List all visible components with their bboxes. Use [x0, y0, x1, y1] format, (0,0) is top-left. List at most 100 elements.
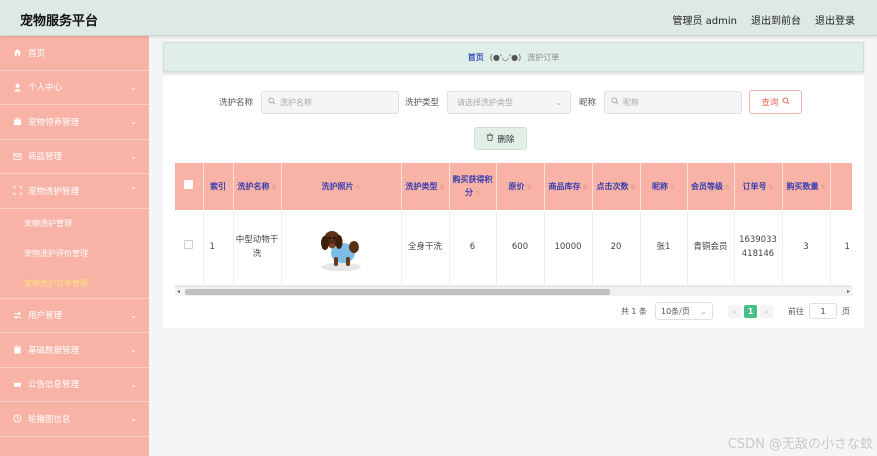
- sidebar-subitem-grooming-review[interactable]: 宠物洗护评价管理: [0, 239, 149, 269]
- sidebar-item-basedata[interactable]: 基础数据管理 ⌄: [0, 333, 149, 368]
- sort-icon[interactable]: ⇅: [526, 181, 531, 194]
- table-header-row: 索引 洗护名称 ⇅ 洗护照片 ⇅ 洗护类型 ⇅ 购买获得积分 ⇅ 原价 ⇅ 商品库存 ⇅ 点…: [175, 163, 852, 210]
- table-row[interactable]: 1 中型动物干洗 全身干洗 6 600 10000 20 张1 青铜会员 163…: [175, 210, 852, 286]
- sidebar-item-adoption[interactable]: 宠物领养管理 ⌄: [0, 105, 149, 140]
- sort-icon[interactable]: ⇅: [820, 181, 825, 194]
- sidebar-subitem-grooming-manage[interactable]: 宠物洗护管理: [0, 209, 149, 239]
- sidebar-item-home[interactable]: 首页: [0, 36, 149, 71]
- trash-icon: [486, 133, 494, 144]
- horizontal-scrollbar[interactable]: ◂ ▸: [175, 286, 852, 296]
- cell-points: 6: [449, 210, 497, 286]
- sidebar-subitem-grooming-order[interactable]: 宠物洗护订单管理: [0, 269, 149, 299]
- sort-icon[interactable]: ⇅: [725, 181, 730, 194]
- briefcase-icon: [12, 117, 22, 127]
- orders-table: 索引 洗护名称 ⇅ 洗护照片 ⇅ 洗护类型 ⇅ 购买获得积分 ⇅ 原价 ⇅ 商品库存 ⇅ 点…: [175, 163, 852, 296]
- search-icon: [782, 96, 790, 108]
- chevron-down-icon: ⌄: [130, 379, 137, 389]
- nick-search-input[interactable]: 昵称: [604, 90, 743, 114]
- sidebar-item-users[interactable]: 用户管理 ⌄: [0, 299, 149, 333]
- sort-icon[interactable]: ⇅: [582, 181, 587, 194]
- front-link[interactable]: 退出到前台: [751, 12, 801, 27]
- col-order[interactable]: 订单号 ⇅: [734, 163, 783, 210]
- clock-icon: [12, 414, 22, 424]
- pagination: 共 1 条 10条/页 ⌄ ‹ 1 › 前往 1 页: [621, 302, 850, 320]
- chevron-down-icon: ⌄: [130, 345, 137, 354]
- col-index: 索引: [203, 163, 234, 210]
- col-qty[interactable]: 购买数量 ⇅: [782, 163, 831, 210]
- sidebar-item-profile[interactable]: 个人中心 ⌄: [0, 71, 149, 105]
- col-clicks[interactable]: 点击次数 ⇅: [592, 163, 641, 210]
- col-type[interactable]: 洗护类型 ⇅: [401, 163, 450, 210]
- col-nick[interactable]: 昵称 ⇅: [640, 163, 688, 210]
- page-unit-label: 页: [842, 306, 850, 316]
- chevron-down-icon: ⌄: [700, 306, 707, 316]
- col-name[interactable]: 洗护名称 ⇅: [233, 163, 282, 210]
- select-all-cell[interactable]: [175, 163, 204, 210]
- breadcrumb-separator: (●'◡'●): [489, 52, 522, 62]
- col-price[interactable]: 原价 ⇅: [496, 163, 545, 210]
- row-select-cell[interactable]: [175, 210, 204, 286]
- cell-qty: 3: [782, 210, 831, 286]
- select-all-checkbox[interactable]: [184, 180, 194, 189]
- mail-icon: [12, 151, 22, 161]
- col-paid[interactable]: 实付: [830, 163, 852, 210]
- cell-type: 全身干洗: [401, 210, 450, 286]
- sidebar-item-carousel[interactable]: 轮播图信息 ⌄: [0, 402, 149, 437]
- sort-icon[interactable]: ⇅: [630, 181, 635, 194]
- sidebar-item-notice[interactable]: 公告信息管理 ⌄: [0, 368, 149, 402]
- sort-icon[interactable]: ⇅: [670, 181, 675, 194]
- chevron-down-icon: ⌄: [130, 310, 137, 320]
- chevron-up-icon: ⌃: [130, 186, 137, 195]
- delete-button[interactable]: 删除: [474, 127, 527, 150]
- breadcrumb: 首页 (●'◡'●) 洗护订单: [163, 42, 864, 72]
- chevron-down-icon: ⌄: [130, 151, 137, 161]
- sort-icon[interactable]: ⇅: [768, 181, 773, 194]
- nick-label: 昵称: [579, 98, 597, 108]
- current-user: 管理员 admin: [672, 16, 737, 27]
- scrollbar-thumb[interactable]: [185, 289, 610, 295]
- cell-photo: [281, 210, 402, 286]
- col-photo[interactable]: 洗护照片 ⇅: [281, 163, 402, 210]
- cell-nick: 张1: [640, 210, 688, 286]
- col-level[interactable]: 会员等级 ⇅: [687, 163, 735, 210]
- breadcrumb-current: 洗护订单: [527, 52, 560, 62]
- sliders-icon: [12, 310, 22, 320]
- col-stock[interactable]: 商品库存 ⇅: [544, 163, 593, 210]
- row-checkbox[interactable]: [184, 240, 194, 250]
- chevron-down-icon: ⌄: [555, 97, 563, 107]
- page-number-button[interactable]: 1: [744, 304, 757, 318]
- cell-level: 青铜会员: [687, 210, 735, 286]
- goto-page-input[interactable]: 1: [809, 303, 837, 319]
- next-page-button[interactable]: ›: [760, 304, 773, 318]
- sort-icon[interactable]: ⇅: [355, 181, 360, 194]
- cell-stock: 10000: [544, 210, 593, 286]
- sort-icon[interactable]: ⇅: [475, 187, 480, 200]
- cell-name: 中型动物干洗: [233, 210, 282, 286]
- type-select[interactable]: 请选择洗护类型 ⌄: [447, 90, 572, 114]
- sort-icon[interactable]: ⇅: [439, 181, 444, 194]
- user-icon: [12, 82, 22, 92]
- cell-index: 1: [203, 210, 234, 286]
- type-label: 洗护类型: [405, 98, 440, 108]
- sidebar-item-goods[interactable]: 商品管理 ⌄: [0, 140, 149, 174]
- scroll-right-icon[interactable]: ▸: [847, 287, 850, 297]
- query-button[interactable]: 查询: [749, 90, 803, 114]
- cell-clicks: 20: [592, 210, 641, 286]
- cell-paid: 1: [830, 210, 852, 286]
- top-header: 宠物服务平台 管理员 admin 退出到前台 退出登录: [0, 0, 877, 36]
- chevron-down-icon: ⌄: [130, 117, 137, 126]
- breadcrumb-home[interactable]: 首页: [468, 52, 484, 63]
- prev-page-button[interactable]: ‹: [728, 304, 741, 318]
- total-count: 共 1 条: [620, 306, 647, 316]
- logout-link[interactable]: 退出登录: [815, 12, 855, 27]
- search-form: 洗护名称 洗护名称 洗护类型 请选择洗护类型 ⌄ 昵称 昵称 查询: [219, 90, 803, 114]
- header-actions: 管理员 admin 退出到前台 退出登录: [672, 12, 855, 27]
- name-search-input[interactable]: 洗护名称: [261, 90, 400, 114]
- page-size-select[interactable]: 10条/页 ⌄: [655, 302, 713, 320]
- sort-icon[interactable]: ⇅: [271, 181, 276, 194]
- sidebar-item-grooming[interactable]: 宠物洗护管理 ⌃: [0, 174, 149, 209]
- brand-title: 宠物服务平台: [20, 14, 99, 29]
- col-points[interactable]: 购买获得积分 ⇅: [449, 163, 497, 210]
- scroll-left-icon[interactable]: ◂: [177, 287, 180, 297]
- expand-icon: [12, 186, 22, 196]
